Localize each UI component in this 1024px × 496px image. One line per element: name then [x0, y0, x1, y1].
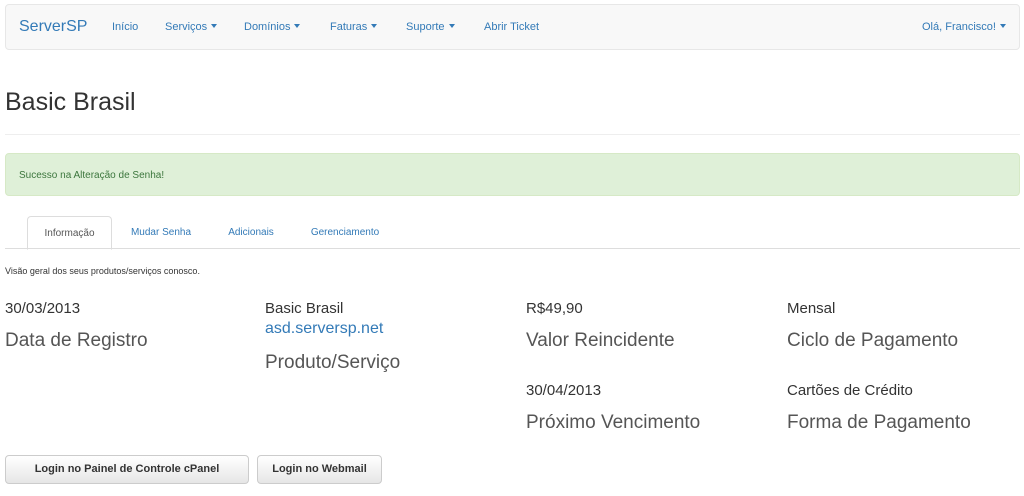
registration-date: 30/03/2013 [5, 300, 81, 317]
tab-gerenciamento[interactable]: Gerenciamento [298, 216, 392, 249]
nav-item-dominios[interactable]: Domínios [244, 21, 301, 33]
cpanel-login-button[interactable]: Login no Painel de Controle cPanel [5, 455, 249, 484]
product-name: Basic Brasil [265, 300, 344, 317]
nav-item-suporte[interactable]: Suporte [406, 21, 455, 33]
tab-adicionais[interactable]: Adicionais [216, 216, 286, 249]
overview-text: Visão geral dos seus produtos/serviços c… [5, 266, 200, 276]
billing-cycle: Mensal [787, 300, 836, 317]
recurring-amount: R$49,90 [526, 300, 583, 317]
nav-item-inicio[interactable]: Início [112, 21, 138, 33]
registration-label: Data de Registro [5, 330, 148, 351]
nav-item-abrir-ticket[interactable]: Abrir Ticket [484, 21, 539, 33]
billing-cycle-label: Ciclo de Pagamento [787, 330, 959, 351]
payment-method: Cartões de Crédito [787, 382, 913, 399]
title-divider [5, 134, 1020, 135]
top-navbar: ServerSP Início Serviços Domínios Fatura… [5, 4, 1020, 50]
chevron-down-icon [371, 24, 378, 28]
tabs-divider [5, 248, 1020, 249]
product-domain-link[interactable]: asd.serversp.net [265, 320, 383, 338]
chevron-down-icon [999, 24, 1006, 28]
next-due-label: Próximo Vencimento [526, 412, 701, 433]
nav-item-faturas[interactable]: Faturas [330, 21, 378, 33]
payment-method-label: Forma de Pagamento [787, 412, 971, 433]
brand-logo[interactable]: ServerSP [19, 18, 87, 36]
next-due-date: 30/04/2013 [526, 382, 602, 399]
recurring-label: Valor Reincidente [526, 330, 675, 351]
tab-mudar-senha[interactable]: Mudar Senha [118, 216, 204, 249]
nav-item-servicos[interactable]: Serviços [165, 21, 218, 33]
chevron-down-icon [448, 24, 455, 28]
success-alert: Sucesso na Alteração de Senha! [5, 153, 1020, 196]
webmail-login-button[interactable]: Login no Webmail [257, 455, 382, 484]
chevron-down-icon [211, 24, 218, 28]
page-title: Basic Brasil [5, 88, 136, 116]
chevron-down-icon [294, 24, 301, 28]
user-menu[interactable]: Olá, Francisco! [922, 21, 1006, 33]
tab-informacao[interactable]: Informação [27, 216, 112, 250]
product-label: Produto/Serviço [265, 352, 401, 373]
alert-message: Sucesso na Alteração de Senha! [19, 170, 165, 181]
